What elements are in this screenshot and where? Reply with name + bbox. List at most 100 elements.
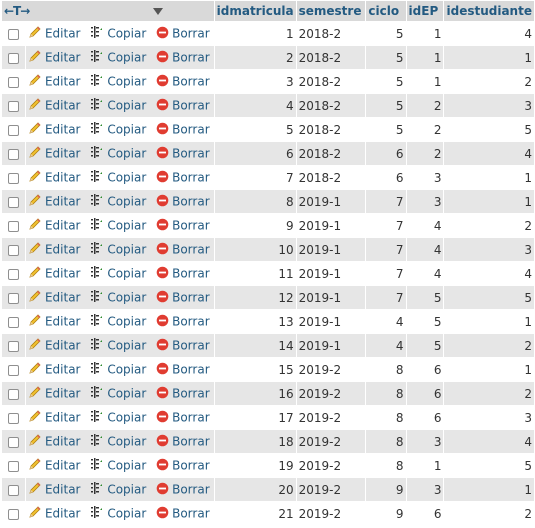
row-checkbox[interactable] — [7, 52, 19, 64]
copy-button[interactable]: Copiar — [90, 314, 150, 329]
edit-button[interactable]: Editar — [28, 314, 84, 329]
edit-button[interactable]: Editar — [28, 362, 84, 377]
row-checkbox[interactable] — [7, 316, 19, 328]
row-checkbox[interactable] — [7, 292, 19, 304]
copy-button[interactable]: Copiar — [90, 362, 150, 377]
copy-button[interactable]: Copiar — [90, 386, 150, 401]
copy-button[interactable]: Copiar — [90, 194, 150, 209]
edit-button[interactable]: Editar — [28, 50, 84, 65]
delete-button[interactable]: Borrar — [156, 98, 210, 113]
row-checkbox[interactable] — [7, 148, 19, 160]
delete-button[interactable]: Borrar — [156, 146, 210, 161]
delete-button[interactable]: Borrar — [156, 122, 210, 137]
delete-label: Borrar — [172, 122, 210, 137]
edit-button[interactable]: Editar — [28, 146, 84, 161]
copy-button[interactable]: Copiar — [90, 122, 150, 137]
row-checkbox[interactable] — [7, 436, 19, 448]
delete-button[interactable]: Borrar — [156, 458, 210, 473]
edit-button[interactable]: Editar — [28, 386, 84, 401]
edit-button[interactable]: Editar — [28, 242, 84, 257]
copy-button[interactable]: Copiar — [90, 74, 150, 89]
column-header-ciclo[interactable]: ciclo — [366, 1, 406, 21]
table-row: Editar Copiar — [2, 454, 534, 477]
copy-button[interactable]: Copiar — [90, 146, 150, 161]
copy-button[interactable]: Copiar — [90, 242, 150, 257]
delete-button[interactable]: Borrar — [156, 218, 210, 233]
delete-button[interactable]: Borrar — [156, 242, 210, 257]
row-checkbox[interactable] — [7, 508, 19, 520]
delete-button[interactable]: Borrar — [156, 482, 210, 497]
column-header-idep[interactable]: idEP — [406, 1, 444, 21]
copy-button[interactable]: Copiar — [90, 266, 150, 281]
copy-button[interactable]: Copiar — [90, 26, 150, 41]
row-actions: Editar Copiar Borrar — [25, 190, 214, 213]
table-row: Editar Copiar — [2, 22, 534, 45]
delete-icon — [156, 290, 169, 306]
edit-button[interactable]: Editar — [28, 290, 84, 305]
delete-button[interactable]: Borrar — [156, 26, 210, 41]
copy-button[interactable]: Copiar — [90, 290, 150, 305]
copy-button[interactable]: Copiar — [90, 338, 150, 353]
delete-button[interactable]: Borrar — [156, 506, 210, 521]
row-checkbox[interactable] — [7, 220, 19, 232]
copy-button[interactable]: Copiar — [90, 410, 150, 425]
edit-button[interactable]: Editar — [28, 74, 84, 89]
edit-button[interactable]: Editar — [28, 338, 84, 353]
delete-button[interactable]: Borrar — [156, 170, 210, 185]
row-checkbox[interactable] — [7, 76, 19, 88]
cell-idmatricula: 1 — [214, 22, 296, 45]
edit-button[interactable]: Editar — [28, 434, 84, 449]
column-header-idestudiante[interactable]: idestudiante — [444, 1, 534, 21]
row-checkbox[interactable] — [7, 124, 19, 136]
copy-button[interactable]: Copiar — [90, 98, 150, 113]
row-checkbox-cell — [2, 310, 25, 333]
row-checkbox[interactable] — [7, 484, 19, 496]
delete-button[interactable]: Borrar — [156, 50, 210, 65]
delete-button[interactable]: Borrar — [156, 338, 210, 353]
row-checkbox[interactable] — [7, 340, 19, 352]
delete-button[interactable]: Borrar — [156, 314, 210, 329]
row-checkbox[interactable] — [7, 172, 19, 184]
edit-button[interactable]: Editar — [28, 26, 84, 41]
edit-button[interactable]: Editar — [28, 482, 84, 497]
copy-button[interactable]: Copiar — [90, 170, 150, 185]
copy-button[interactable]: Copiar — [90, 50, 150, 65]
delete-button[interactable]: Borrar — [156, 194, 210, 209]
edit-button[interactable]: Editar — [28, 410, 84, 425]
delete-button[interactable]: Borrar — [156, 290, 210, 306]
delete-button[interactable]: Borrar — [156, 434, 210, 449]
copy-button[interactable]: Copiar — [90, 218, 150, 233]
row-checkbox[interactable] — [7, 196, 19, 208]
options-dropdown-icon[interactable] — [152, 8, 163, 15]
delete-button[interactable]: Borrar — [156, 362, 210, 377]
row-checkbox[interactable] — [7, 364, 19, 376]
edit-button[interactable]: Editar — [28, 194, 84, 209]
row-actions: Editar Copiar Borrar — [25, 262, 214, 285]
delete-button[interactable]: Borrar — [156, 266, 210, 281]
edit-button[interactable]: Editar — [28, 218, 84, 233]
copy-button[interactable]: Copiar — [90, 434, 150, 449]
edit-button[interactable]: Editar — [28, 98, 84, 113]
delete-button[interactable]: Borrar — [156, 74, 210, 89]
cell-semestre: 2019-2 — [296, 382, 366, 405]
row-checkbox[interactable] — [7, 412, 19, 424]
row-checkbox[interactable] — [7, 460, 19, 472]
row-checkbox[interactable] — [7, 28, 19, 40]
edit-button[interactable]: Editar — [28, 458, 84, 473]
copy-button[interactable]: Copiar — [90, 506, 150, 521]
column-header-semestre[interactable]: semestre — [296, 1, 366, 21]
edit-button[interactable]: Editar — [28, 506, 84, 521]
delete-button[interactable]: Borrar — [156, 386, 210, 401]
column-header-idmatricula[interactable]: idmatricula — [214, 1, 296, 21]
row-checkbox[interactable] — [7, 100, 19, 112]
edit-button[interactable]: Editar — [28, 170, 84, 185]
copy-button[interactable]: Copiar — [90, 482, 150, 497]
copy-button[interactable]: Copiar — [90, 458, 150, 473]
delete-button[interactable]: Borrar — [156, 410, 210, 425]
edit-button[interactable]: Editar — [28, 122, 84, 137]
row-checkbox[interactable] — [7, 268, 19, 280]
column-nav-arrows[interactable]: ←T→ — [4, 4, 30, 18]
row-checkbox[interactable] — [7, 388, 19, 400]
row-checkbox[interactable] — [7, 244, 19, 256]
edit-button[interactable]: Editar — [28, 266, 84, 281]
